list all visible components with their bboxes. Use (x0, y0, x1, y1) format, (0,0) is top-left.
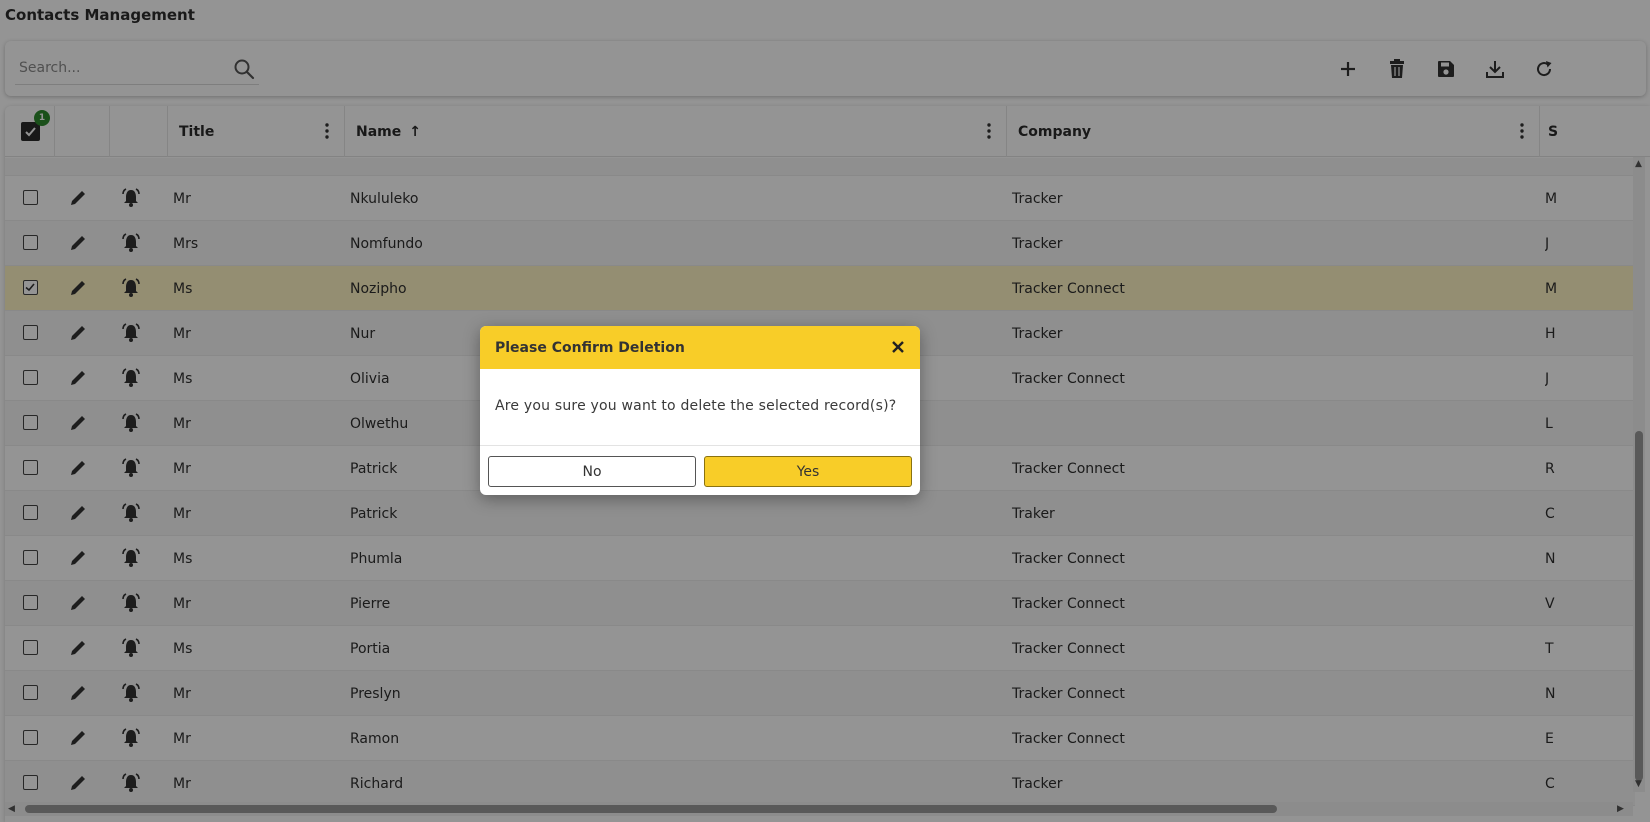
close-icon[interactable] (890, 339, 906, 355)
dialog-title: Please Confirm Deletion (495, 339, 685, 356)
dialog-divider (480, 445, 920, 446)
confirm-delete-dialog: Please Confirm Deletion Are you sure you… (480, 326, 920, 495)
no-button[interactable]: No (488, 456, 696, 487)
yes-button[interactable]: Yes (704, 456, 912, 487)
dialog-message: Are you sure you want to delete the sele… (495, 398, 897, 414)
dialog-header: Please Confirm Deletion (480, 326, 920, 369)
